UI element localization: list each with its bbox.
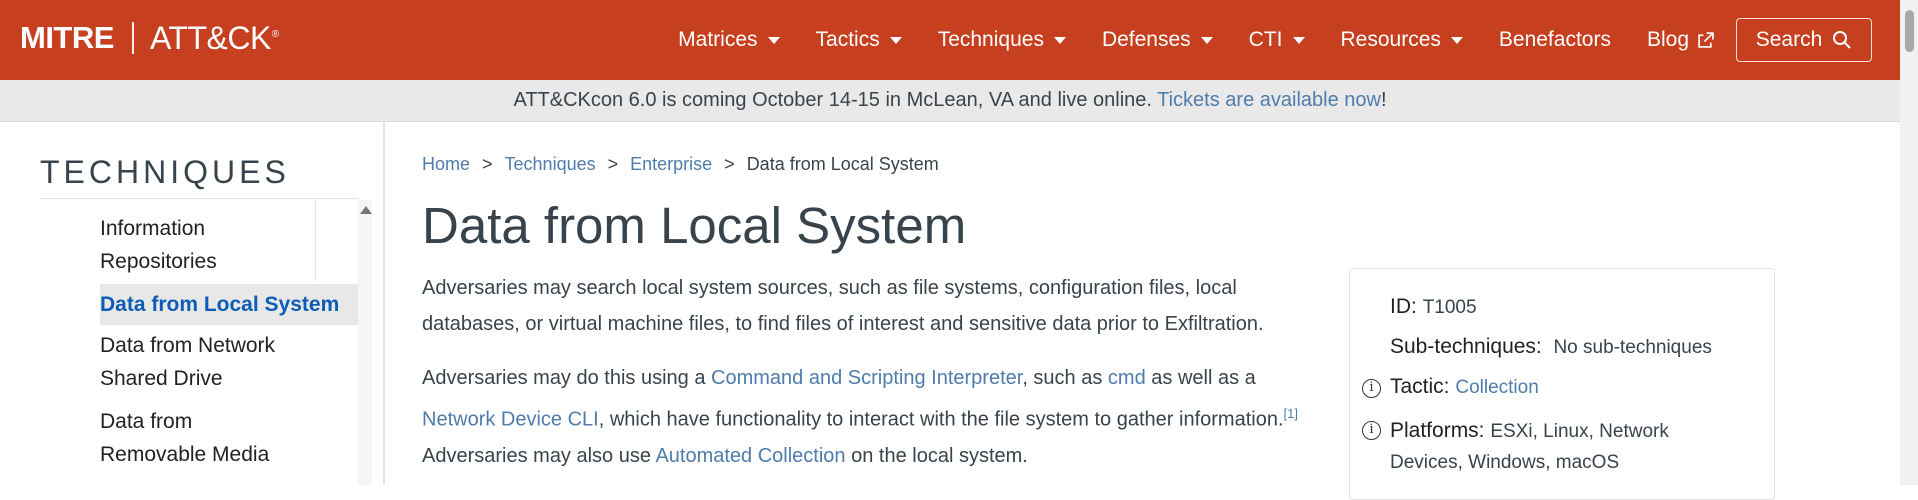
banner-suffix: ! bbox=[1380, 89, 1387, 111]
desc-text: Adversaries may also use bbox=[422, 444, 656, 467]
card-id-value: T1005 bbox=[1422, 297, 1477, 318]
breadcrumb: Home > Techniques > Enterprise > Data from Loc… bbox=[422, 154, 939, 175]
page-scrollbar[interactable] bbox=[1900, 0, 1918, 485]
nav-tactics[interactable]: Tactics bbox=[816, 28, 902, 52]
breadcrumb-home[interactable]: Home bbox=[422, 154, 470, 174]
chevron-down-icon bbox=[1292, 36, 1305, 44]
chevron-down-icon bbox=[889, 36, 902, 44]
breadcrumb-separator: > bbox=[724, 154, 735, 174]
desc-text: Adversaries may do this using a bbox=[422, 367, 712, 389]
nav-matrices[interactable]: Matrices bbox=[678, 28, 780, 52]
brand-attack-text: ATT&CK bbox=[149, 19, 271, 56]
nav-defenses[interactable]: Defenses bbox=[1102, 28, 1213, 52]
card-subtechniques-row: Sub-techniques: No sub-techniques bbox=[1390, 335, 1712, 359]
nav-cti-label: CTI bbox=[1248, 28, 1283, 51]
search-button-label: Search bbox=[1755, 28, 1823, 51]
nav-resources[interactable]: Resources bbox=[1341, 28, 1463, 52]
nav-resources-label: Resources bbox=[1340, 28, 1441, 51]
scroll-up-arrow-icon[interactable] bbox=[360, 206, 372, 214]
announcement-banner: ATT&CKcon 6.0 is coming October 14-15 in… bbox=[0, 80, 1900, 122]
techniques-sidebar: TECHNIQUES Information Repositories Data… bbox=[0, 122, 385, 485]
reference-1-link[interactable]: [1] bbox=[1284, 406, 1298, 421]
nav-blog-label: Blog bbox=[1646, 28, 1689, 51]
nav-techniques[interactable]: Techniques bbox=[938, 28, 1066, 52]
technique-description: Adversaries may search local system sour… bbox=[422, 270, 1322, 492]
sidebar-item-information-repositories[interactable]: Information Repositories bbox=[100, 208, 300, 284]
sidebar-item-data-from-local-system[interactable]: Data from Local System bbox=[100, 284, 360, 325]
breadcrumb-separator: > bbox=[482, 154, 493, 174]
card-id-label: ID: bbox=[1390, 295, 1417, 318]
search-button[interactable]: Search bbox=[1736, 18, 1872, 62]
banner-tickets-link[interactable]: Tickets are available now bbox=[1157, 89, 1381, 111]
sidebar-divider bbox=[40, 198, 358, 199]
brand-registered-mark: ® bbox=[271, 28, 279, 40]
top-navbar: MITRE ATT&CK® Matrices Tactics Technique… bbox=[0, 0, 1900, 80]
card-id-row: ID: T1005 bbox=[1390, 295, 1477, 319]
breadcrumb-techniques[interactable]: Techniques bbox=[505, 154, 596, 174]
desc-text: , such as bbox=[1022, 367, 1108, 389]
desc-text: as well as a bbox=[1145, 367, 1256, 389]
link-command-and-scripting-interpreter[interactable]: Command and Scripting Interpreter bbox=[711, 367, 1022, 389]
description-paragraph-1: Adversaries may search local system sour… bbox=[422, 277, 1264, 335]
nav-benefactors[interactable]: Benefactors bbox=[1499, 28, 1611, 52]
breadcrumb-enterprise[interactable]: Enterprise bbox=[630, 154, 712, 174]
card-platforms-row: Platforms: ESXi, Linux, Network Devices,… bbox=[1390, 416, 1720, 478]
external-link-icon bbox=[1697, 31, 1714, 49]
search-icon bbox=[1833, 31, 1851, 49]
sidebar-scrollbar[interactable] bbox=[358, 200, 372, 485]
page-title: Data from Local System bbox=[422, 197, 967, 254]
description-paragraph-2: Adversaries may do this using a Command … bbox=[422, 360, 1322, 474]
link-network-device-cli[interactable]: Network Device CLI bbox=[422, 409, 599, 431]
desc-text: , which have functionality to interact w… bbox=[598, 408, 1284, 431]
link-cmd[interactable]: cmd bbox=[1108, 367, 1146, 389]
sidebar-item-data-from-removable-media[interactable]: Data from Removable Media bbox=[100, 401, 300, 477]
card-subtechniques-label: Sub-techniques: bbox=[1390, 335, 1542, 358]
card-tactic-link[interactable]: Collection bbox=[1455, 377, 1538, 398]
breadcrumb-separator: > bbox=[607, 154, 619, 174]
nav-blog[interactable]: Blog bbox=[1647, 28, 1714, 52]
nav-defenses-label: Defenses bbox=[1101, 28, 1191, 51]
info-icon[interactable]: i bbox=[1362, 379, 1381, 398]
card-platforms-label: Platforms: bbox=[1390, 419, 1485, 442]
nav-techniques-label: Techniques bbox=[937, 28, 1044, 51]
nav-menu: Matrices Tactics Techniques Defenses CTI… bbox=[642, 0, 1872, 80]
desc-text: on the local system. bbox=[845, 444, 1028, 467]
page-scrollbar-thumb[interactable] bbox=[1905, 10, 1914, 52]
brand-mitre: MITRE bbox=[20, 20, 114, 55]
nav-cti[interactable]: CTI bbox=[1249, 28, 1305, 52]
banner-text: ATT&CKcon 6.0 is coming October 14-15 in… bbox=[513, 89, 1158, 111]
mitre-attack-logo[interactable]: MITRE ATT&CK® bbox=[20, 18, 279, 58]
chevron-down-icon bbox=[1200, 36, 1213, 44]
chevron-down-icon bbox=[1053, 36, 1066, 44]
chevron-down-icon bbox=[767, 36, 780, 44]
brand-attack: ATT&CK® bbox=[150, 20, 279, 57]
card-tactic-row: Tactic: Collection bbox=[1390, 375, 1539, 399]
breadcrumb-current: Data from Local System bbox=[746, 154, 939, 174]
card-subtechniques-value: No sub-techniques bbox=[1553, 337, 1712, 358]
link-automated-collection[interactable]: Automated Collection bbox=[655, 445, 845, 467]
chevron-down-icon bbox=[1450, 36, 1463, 44]
nav-benefactors-label: Benefactors bbox=[1498, 28, 1611, 51]
sidebar-list: Information Repositories Data from Local… bbox=[100, 208, 360, 477]
nav-tactics-label: Tactics bbox=[815, 28, 880, 51]
nav-matrices-label: Matrices bbox=[678, 28, 758, 51]
sidebar-title: TECHNIQUES bbox=[40, 154, 290, 190]
info-icon[interactable]: i bbox=[1362, 421, 1381, 440]
sidebar-item-data-from-network-shared-drive[interactable]: Data from Network Shared Drive bbox=[100, 325, 300, 401]
brand-divider bbox=[131, 22, 134, 54]
technique-info-card: ID: T1005 Sub-techniques: No sub-techniq… bbox=[1349, 268, 1775, 500]
card-tactic-label: Tactic: bbox=[1390, 375, 1450, 398]
